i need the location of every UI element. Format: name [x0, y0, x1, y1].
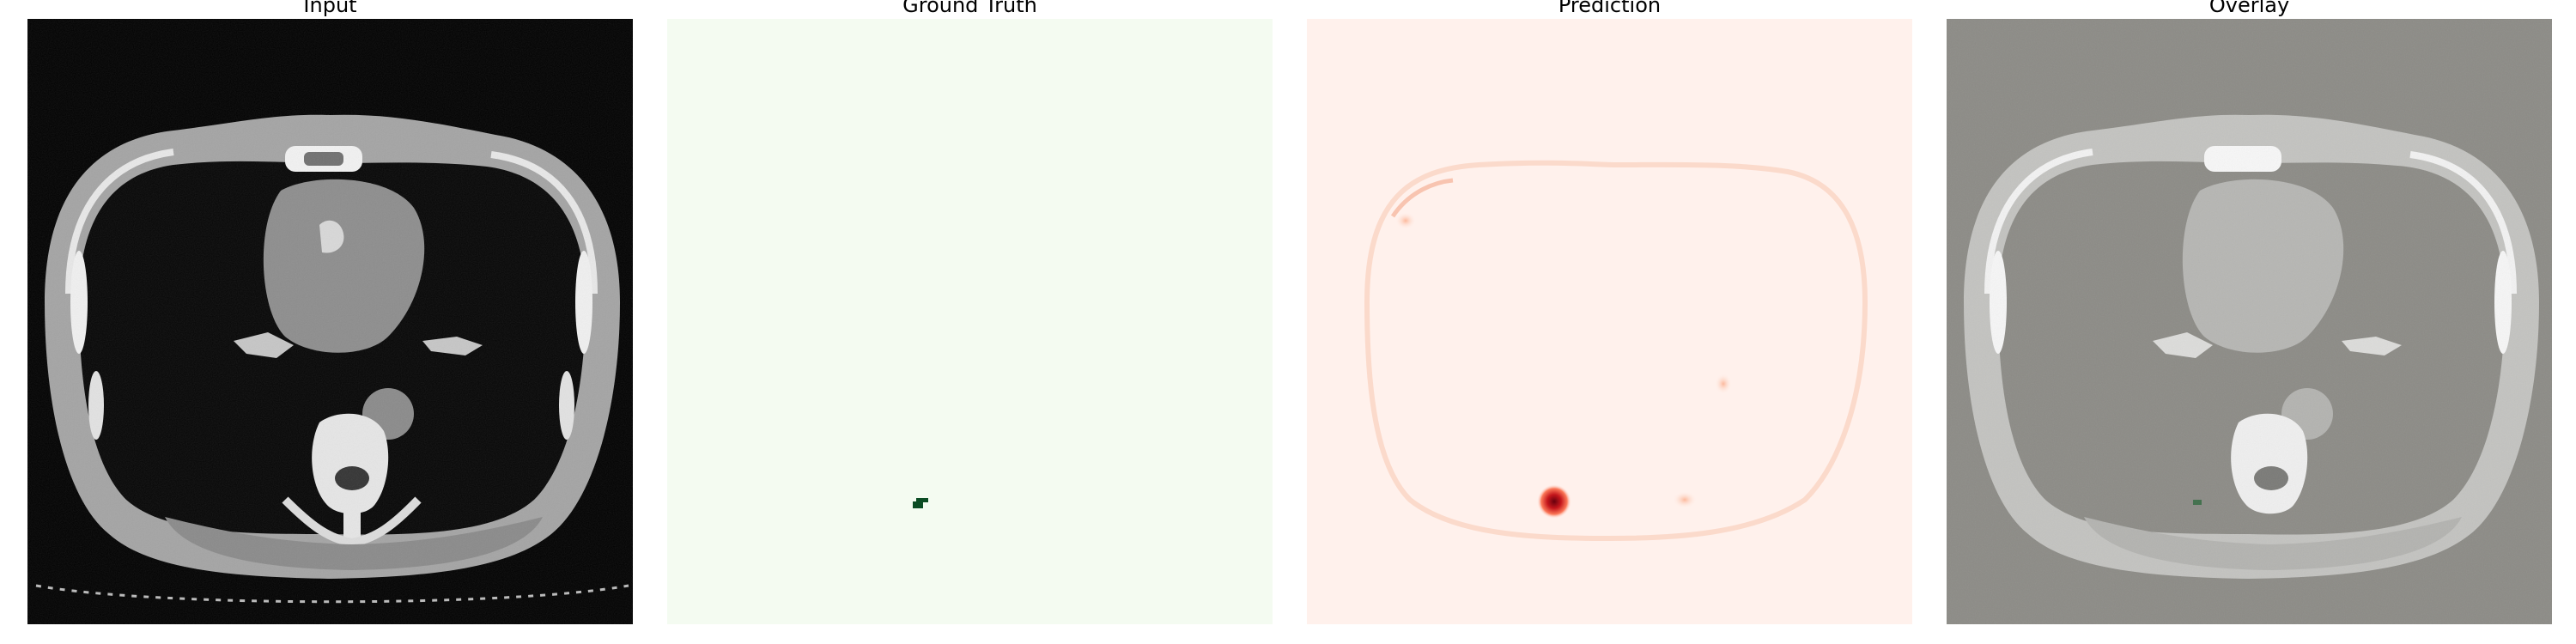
prediction-panel-title: Prediction [1558, 0, 1662, 17]
ground-truth-lesion-mark [913, 501, 923, 508]
overlay-panel-title: Overlay [2208, 0, 2290, 17]
input-panel-title: Input [303, 0, 357, 17]
overlay-image [1947, 19, 2552, 624]
ground-truth-mask [667, 19, 1273, 624]
input-image [27, 19, 633, 624]
prediction-peak [1537, 484, 1571, 519]
ground-truth-panel-title: Ground Truth [902, 0, 1037, 17]
prediction-heatmap [1307, 19, 1912, 624]
